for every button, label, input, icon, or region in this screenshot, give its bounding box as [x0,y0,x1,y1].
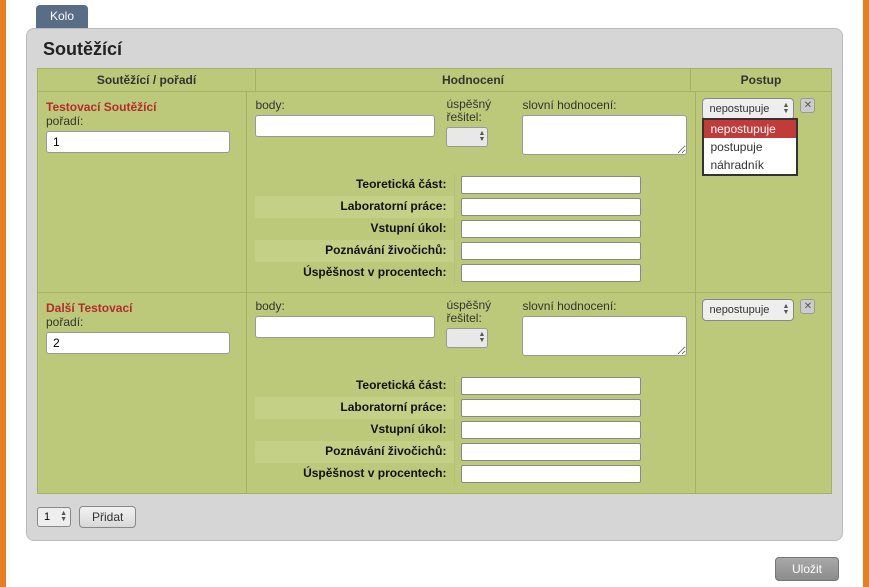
dropdown-option[interactable]: nepostupuje [704,120,796,138]
slovni-textarea[interactable] [522,115,687,155]
sub-label: Poznávání živočichů: [255,240,455,262]
sub-label: Úspěšnost v procentech: [255,262,455,284]
cell-mid: body: úspěšný řešitel: ▲▼ slovní hodnoce… [247,293,696,493]
sub-label: Teoretická část: [255,375,455,397]
cell-right: nepostupuje ▲▼ ✕ nepostupuje postupuje n… [696,92,831,292]
sub-label: Laboratorní práce: [255,397,455,419]
poradi-label: pořadí: [46,114,238,128]
sub-label: Teoretická část: [255,174,455,196]
close-icon: ✕ [804,301,812,312]
panel-soutez: Soutěžící Soutěžící / pořadí Hodnocení P… [26,28,843,541]
postup-dropdown[interactable]: nepostupuje postupuje náhradník [702,118,798,176]
body-label: body: [255,299,440,313]
cell-right: nepostupuje ▲▼ ✕ [696,293,831,493]
add-button[interactable]: Přidat [79,506,136,528]
poradi-input[interactable] [46,131,230,153]
header-right: Postup [691,69,831,91]
sub-label: Poznávání živočichů: [255,441,455,463]
cell-left: Testovací Soutěžící pořadí: [38,92,247,292]
dropdown-option[interactable]: náhradník [704,156,796,174]
save-button[interactable]: Uložit [775,557,839,581]
chevron-updown-icon: ▲▼ [783,304,790,316]
save-area: Uložit [6,551,863,587]
add-row-controls: 1 ▲▼ Přidat [37,506,842,528]
body-input[interactable] [255,316,435,338]
uspesny-spinner[interactable]: ▲▼ [446,328,488,348]
delete-row-button[interactable]: ✕ [800,98,815,113]
poradi-label: pořadí: [46,315,238,329]
sub-input[interactable] [461,421,641,439]
chevron-updown-icon: ▲▼ [60,511,67,523]
sub-table: Teoretická část: Laboratorní práce: Vstu… [255,174,687,284]
delete-row-button[interactable]: ✕ [800,299,815,314]
panel-title: Soutěžící [27,29,842,68]
sub-input[interactable] [461,220,641,238]
add-count-value: 1 [44,511,50,523]
sub-label: Vstupní úkol: [255,218,455,240]
cell-left: Další Testovací pořadí: [38,293,247,493]
cell-mid: body: úspěšný řešitel: ▲▼ slovní hodnoce… [247,92,696,292]
uspesny-label: úspěšný řešitel: [446,299,516,325]
competitor-name[interactable]: Testovací Soutěžící [46,100,238,114]
table-row: Testovací Soutěžící pořadí: body: úspěšn… [37,92,832,293]
sub-input[interactable] [461,198,641,216]
dropdown-option[interactable]: postupuje [704,138,796,156]
slovni-textarea[interactable] [522,316,687,356]
add-count-spinner[interactable]: 1 ▲▼ [37,507,71,527]
sub-table: Teoretická část: Laboratorní práce: Vstu… [255,375,687,485]
postup-value: nepostupuje [709,103,769,115]
sub-input[interactable] [461,242,641,260]
sub-label: Úspěšnost v procentech: [255,463,455,485]
sub-label: Vstupní úkol: [255,419,455,441]
chevron-updown-icon: ▲▼ [783,103,790,115]
sub-label: Laboratorní práce: [255,196,455,218]
sub-input[interactable] [461,264,641,282]
sub-input[interactable] [461,176,641,194]
sub-input[interactable] [461,443,641,461]
close-icon: ✕ [804,100,812,111]
table-row: Další Testovací pořadí: body: úspěšný ře… [37,293,832,494]
postup-select[interactable]: nepostupuje ▲▼ [702,98,794,120]
table-header: Soutěžící / pořadí Hodnocení Postup [37,68,832,92]
body-label: body: [255,98,440,112]
tab-kolo[interactable]: Kolo [36,5,88,28]
tab-bar: Kolo [6,0,863,28]
slovni-label: slovní hodnocení: [522,98,687,112]
poradi-input[interactable] [46,332,230,354]
sub-input[interactable] [461,377,641,395]
body-input[interactable] [255,115,435,137]
header-mid: Hodnocení [256,69,691,91]
uspesny-spinner[interactable]: ▲▼ [446,127,488,147]
sub-input[interactable] [461,465,641,483]
uspesny-label: úspěšný řešitel: [446,98,516,124]
postup-select[interactable]: nepostupuje ▲▼ [702,299,794,321]
slovni-label: slovní hodnocení: [522,299,687,313]
competitor-name[interactable]: Další Testovací [46,301,238,315]
header-left: Soutěžící / pořadí [38,69,256,91]
sub-input[interactable] [461,399,641,417]
postup-value: nepostupuje [709,304,769,316]
grid: Soutěžící / pořadí Hodnocení Postup Test… [37,68,832,494]
